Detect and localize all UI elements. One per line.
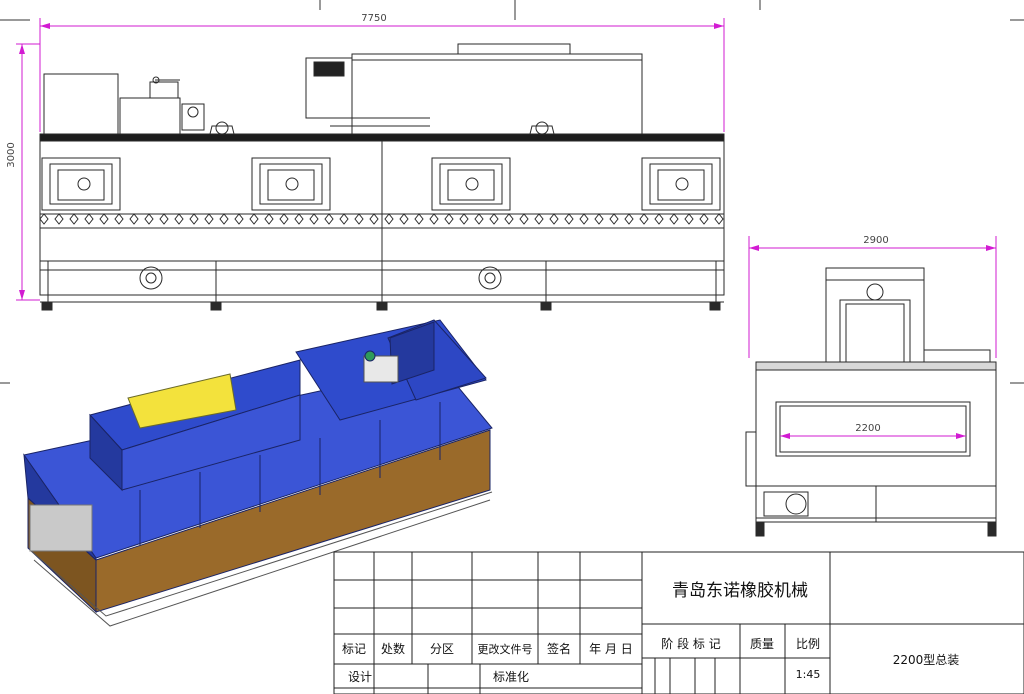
bolt-mark [474, 213, 484, 225]
bolt-mark [144, 213, 154, 225]
bolt-mark [114, 213, 124, 225]
bolt-mark [309, 213, 319, 225]
bolt-mark [534, 213, 544, 225]
bolt-mark [669, 213, 679, 225]
dimension-overall-length: 7750 [39, 13, 725, 132]
company-name: 青岛东诺橡胶机械 [672, 581, 808, 601]
side-hood [825, 267, 925, 363]
bolt-mark [264, 213, 274, 225]
bolt-mark [594, 213, 604, 225]
bolt-mark [204, 213, 214, 225]
bolt-mark [189, 213, 199, 225]
exhaust-hood [351, 53, 643, 135]
dimension-inner-width: 2200 [780, 423, 966, 439]
bolt-mark [159, 213, 169, 225]
side-motor [785, 493, 807, 515]
inner-width-label: 2200 [855, 423, 880, 434]
bolt-mark [714, 213, 724, 225]
bolt-mark [354, 213, 364, 225]
bolt-mark [504, 213, 514, 225]
header-date: 年 月 日 [589, 642, 633, 656]
title-block [333, 551, 1024, 694]
bolt-mark [84, 213, 94, 225]
bolt-mark [459, 213, 469, 225]
row-standardize: 标准化 [493, 670, 529, 684]
bolt-mark [369, 213, 379, 225]
drawing-title: 2200型总装 [893, 653, 960, 667]
bolt-mark [579, 213, 589, 225]
bolt-mark [489, 213, 499, 225]
bolt-mark [219, 213, 229, 225]
row-design: 设计 [348, 670, 372, 684]
inspection-window-2 [251, 157, 331, 211]
bolt-mark [99, 213, 109, 225]
bolt-mark [639, 213, 649, 225]
bolt-mark [624, 213, 634, 225]
header-zone: 分区 [430, 642, 454, 656]
inspection-window-3 [431, 157, 511, 211]
front-view [39, 43, 725, 311]
bolt-mark [399, 213, 409, 225]
dimension-overall-height: 3000 [6, 43, 40, 301]
header-count: 处数 [381, 641, 405, 656]
scale-value: 1:45 [796, 668, 821, 681]
hood-top [457, 43, 571, 55]
bolt-mark [564, 213, 574, 225]
bolt-mark [39, 213, 49, 225]
bolt-mark [609, 213, 619, 225]
header-weight: 质量 [750, 637, 774, 651]
sheet-border [0, 0, 1024, 384]
lifting-lug [215, 121, 229, 135]
bolt-mark [54, 213, 64, 225]
bolt-mark [429, 213, 439, 225]
bolt-mark [549, 213, 559, 225]
bolt-mark [519, 213, 529, 225]
bolt-mark [249, 213, 259, 225]
bolt-mark [654, 213, 664, 225]
header-scale: 比例 [796, 637, 820, 651]
bolt-mark [129, 213, 139, 225]
bolt-mark [414, 213, 424, 225]
bolt-mark [384, 213, 394, 225]
bolt-mark [294, 213, 304, 225]
header-change-doc: 更改文件号 [478, 642, 533, 656]
height-label: 3000 [6, 142, 17, 167]
top-plate [39, 133, 725, 142]
length-label: 7750 [361, 13, 386, 24]
bolt-mark [699, 213, 709, 225]
inspection-window-1 [41, 157, 121, 211]
hydraulic-unit [119, 97, 181, 135]
bolt-mark [339, 213, 349, 225]
bolt-mark [174, 213, 184, 225]
bolt-mark [324, 213, 334, 225]
bolt-mark [684, 213, 694, 225]
side-view [745, 267, 997, 537]
dimension-side-width: 2900 [748, 235, 997, 358]
header-sign: 签名 [547, 641, 571, 656]
header-stage-mark: 阶 段 标 记 [661, 636, 720, 651]
header-mark: 标记 [342, 642, 366, 656]
bolt-mark [444, 213, 454, 225]
bolt-mark [69, 213, 79, 225]
assembly-drawing: 7750 3000 2900 2200 青岛东诺橡胶机械 2200型总装 1:4… [0, 0, 1024, 694]
bolt-mark [279, 213, 289, 225]
control-box [43, 73, 119, 135]
side-width-label: 2900 [863, 235, 888, 246]
inspection-window-4 [641, 157, 721, 211]
bolt-mark [234, 213, 244, 225]
